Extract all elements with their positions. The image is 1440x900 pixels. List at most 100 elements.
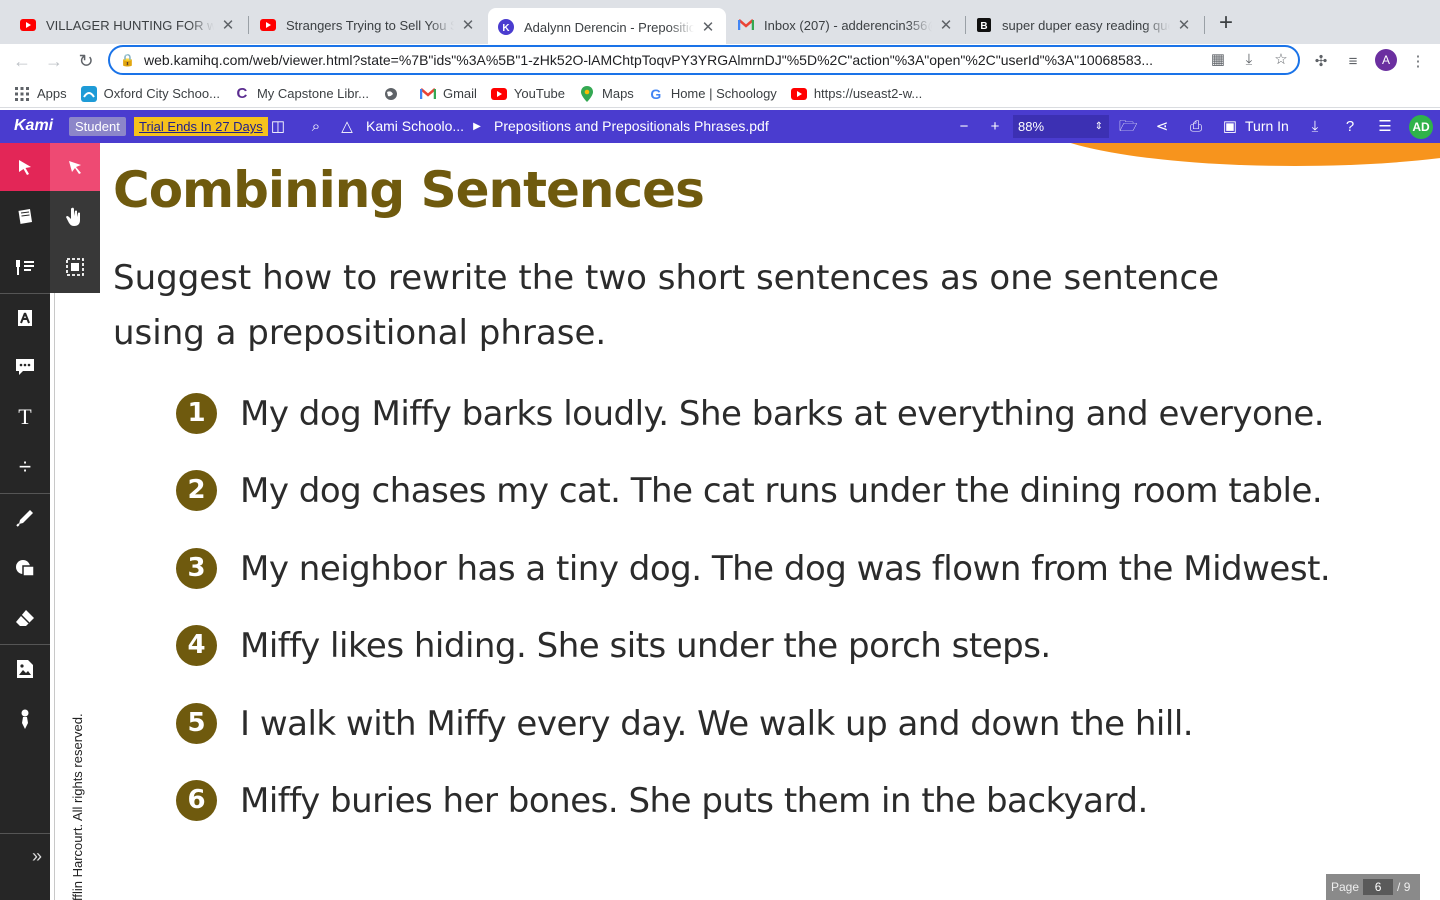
close-icon[interactable]: ✕: [938, 16, 954, 34]
help-icon[interactable]: ?: [1341, 118, 1359, 136]
pen-icon[interactable]: [0, 494, 50, 542]
profile-avatar[interactable]: A: [1375, 49, 1397, 71]
breadcrumb-folder[interactable]: Kami Schoolo...: [366, 118, 464, 134]
bookmark-label: YouTube: [513, 86, 566, 101]
browser-menu-icon[interactable]: ⋮: [1407, 51, 1429, 73]
browser-tab[interactable]: B super duper easy reading ques... ✕: [966, 8, 1202, 42]
item-number: 2: [176, 470, 217, 511]
select-tool-icon[interactable]: [0, 143, 50, 191]
bookmark-schoology[interactable]: G Home | Schoology: [648, 86, 776, 102]
hand-pan-icon[interactable]: [50, 193, 100, 241]
user-avatar[interactable]: AD: [1409, 115, 1433, 139]
close-icon[interactable]: ✕: [220, 16, 236, 34]
bookmark-youtube[interactable]: YouTube: [490, 86, 566, 102]
browser-tab[interactable]: Inbox (207) - adderencin356@... ✕: [728, 8, 964, 42]
save-icon[interactable]: ▣: [1221, 118, 1239, 136]
drive-icon: △: [341, 118, 353, 135]
zoom-value: 88%: [1018, 119, 1045, 134]
item-number: 1: [176, 393, 217, 434]
reload-icon[interactable]: ↻: [74, 50, 98, 74]
page-heading: Combining Sentences: [113, 161, 705, 219]
close-icon[interactable]: ✕: [460, 16, 476, 34]
youtube-icon: [790, 86, 807, 102]
address-bar[interactable]: 🔒 web.kamihq.com/web/viewer.html?state=%…: [108, 45, 1300, 75]
chevron-right-icon: ▶: [473, 121, 481, 132]
tab-title: super duper easy reading ques...: [1002, 17, 1170, 33]
forward-icon[interactable]: →: [42, 50, 66, 74]
browser-tab[interactable]: VILLAGER HUNTING FOR wait a... ✕: [10, 8, 246, 42]
browser-tab[interactable]: Strangers Trying to Sell You Stu... ✕: [250, 8, 486, 42]
svg-text:K: K: [502, 23, 510, 34]
tab-title: Strangers Trying to Sell You Stu...: [286, 17, 454, 33]
zoom-in-icon[interactable]: +: [986, 118, 1004, 136]
turn-in-button[interactable]: Turn In: [1245, 118, 1289, 134]
print-icon[interactable]: ⎙: [1187, 118, 1205, 136]
install-app-icon[interactable]: ⤓: [1239, 50, 1259, 70]
school-icon: [80, 85, 97, 102]
back-icon[interactable]: ←: [10, 50, 34, 74]
gmail-icon: [419, 86, 436, 102]
item-sentence: My neighbor has a tiny dog. The dog was …: [240, 548, 1331, 589]
bookmark-oxford-city-schools[interactable]: Oxford City Schoo...: [80, 85, 220, 102]
comment-icon[interactable]: [0, 343, 50, 391]
download-icon[interactable]: ⤓: [1306, 118, 1324, 136]
instructions: Suggest how to rewrite the two short sen…: [113, 258, 1220, 353]
bookmark-useast2[interactable]: https://useast2-w...: [790, 86, 922, 102]
extensions-icon[interactable]: ✣: [1310, 51, 1332, 73]
tool-sidebar: T ÷ »: [0, 143, 50, 900]
qr-code-icon[interactable]: ▦: [1208, 50, 1228, 70]
bookmark-globe[interactable]: [383, 86, 406, 102]
tab-title: Adalynn Derencin - Prepositions...: [524, 19, 694, 35]
zoom-out-icon[interactable]: −: [955, 118, 973, 136]
list-item: 6 Miffy buries her bones. She puts them …: [176, 780, 1148, 821]
markup-tool-icon[interactable]: [0, 243, 50, 291]
bookmark-gmail[interactable]: Gmail: [419, 86, 477, 102]
area-select-icon[interactable]: [50, 243, 100, 291]
select-arrow-icon[interactable]: [50, 143, 100, 191]
bookmark-capstone-library[interactable]: C My Capstone Libr...: [234, 85, 369, 102]
open-folder-icon[interactable]: 🗁: [1119, 118, 1138, 136]
close-icon[interactable]: ✕: [1176, 16, 1192, 34]
text-tool-icon[interactable]: T: [0, 393, 50, 441]
book-tool-icon[interactable]: [0, 193, 50, 241]
zoom-select[interactable]: 88% ⇕: [1013, 115, 1109, 138]
highlighter-icon[interactable]: [0, 294, 50, 342]
image-insert-icon[interactable]: [0, 645, 50, 693]
item-sentence: Miffy likes hiding. She sits under the p…: [240, 625, 1051, 666]
globe-icon: [383, 86, 399, 102]
bookmark-apps[interactable]: Apps: [14, 86, 67, 102]
hamburger-menu-icon[interactable]: ☰: [1376, 118, 1394, 136]
maps-icon: [579, 85, 595, 102]
bookmark-label: Gmail: [442, 86, 477, 101]
youtube-icon: [490, 86, 507, 102]
sidebar-toggle-icon[interactable]: ◫: [269, 118, 287, 136]
media-queue-icon[interactable]: ≡: [1342, 51, 1364, 73]
url-text: web.kamihq.com/web/viewer.html?state=%7B…: [144, 52, 1154, 68]
trial-badge[interactable]: Trial Ends In 27 Days: [134, 117, 268, 136]
bookmarks-bar: Apps Oxford City Schoo... C My Capstone …: [0, 80, 1440, 108]
browser-tab-active[interactable]: K Adalynn Derencin - Prepositions... ✕: [488, 8, 726, 46]
expand-sidebar-icon[interactable]: »: [0, 833, 50, 877]
bookmark-star-icon[interactable]: ☆: [1271, 50, 1291, 70]
brainly-icon: B: [976, 17, 992, 33]
share-icon[interactable]: ⋖: [1153, 118, 1171, 136]
item-number: 3: [176, 548, 217, 589]
gmail-icon: [738, 17, 754, 33]
search-icon[interactable]: ⌕: [307, 118, 325, 136]
page-number-input[interactable]: 6: [1363, 879, 1394, 895]
bookmark-label: Oxford City Schoo...: [103, 86, 220, 101]
kami-toolbar: Kami Student Trial Ends In 27 Days ◫ ⌕ △…: [0, 110, 1440, 143]
tab-divider: [1204, 16, 1205, 34]
new-tab-button[interactable]: +: [1214, 11, 1238, 36]
close-icon[interactable]: ✕: [700, 18, 716, 36]
lock-icon: 🔒: [120, 53, 135, 67]
signature-icon[interactable]: [0, 695, 50, 743]
bookmark-label: My Capstone Libr...: [256, 86, 369, 101]
youtube-icon: [260, 17, 276, 33]
shapes-icon[interactable]: [0, 544, 50, 592]
eraser-icon[interactable]: [0, 594, 50, 642]
equation-icon[interactable]: ÷: [0, 443, 50, 491]
bookmark-maps[interactable]: Maps: [579, 85, 634, 102]
decorative-swoosh: [1035, 143, 1440, 166]
youtube-icon: [20, 17, 36, 33]
